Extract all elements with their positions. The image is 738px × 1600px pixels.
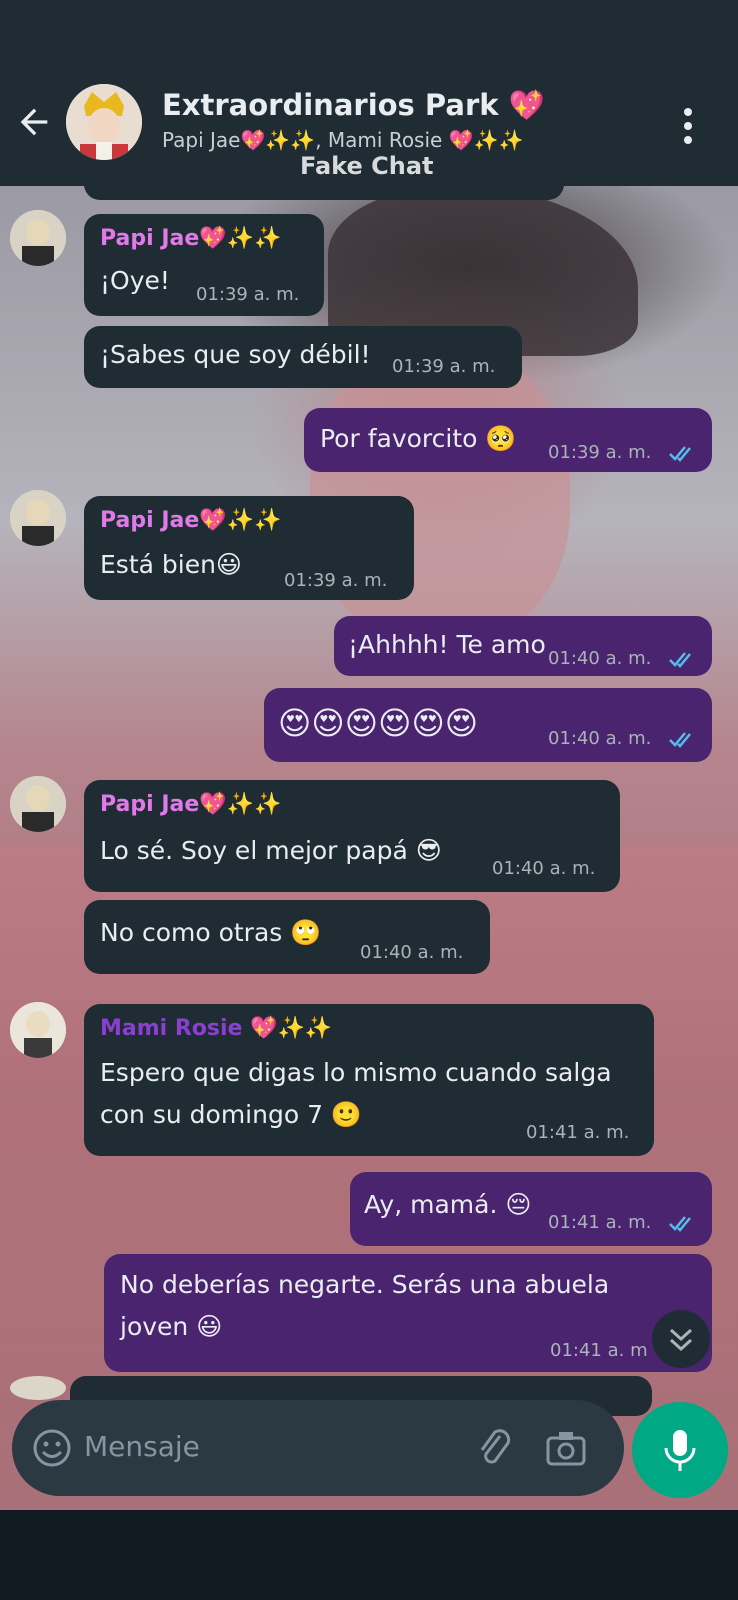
message-time: 01:39 a. m. (392, 356, 496, 377)
chat-title[interactable]: Extraordinarios Park 💖 (162, 88, 545, 123)
message-bubble[interactable]: Papi Jae💖✨✨ ¡Oye! 01:39 a. m. (84, 214, 324, 316)
message-time: 01:40 a. m. (492, 858, 596, 879)
message-time: 01:40 a. m. (360, 942, 464, 963)
message-text-line: con su domingo 7 🙂 (100, 1100, 363, 1129)
double-chevron-down-icon (669, 1328, 693, 1352)
message-time: 01:40 a. m. (548, 728, 652, 749)
chat-header: Extraordinarios Park 💖 Papi Jae💖✨✨, Mami… (0, 80, 738, 186)
message-text-line: joven 😃 (120, 1312, 223, 1341)
scroll-down-button[interactable] (652, 1310, 710, 1368)
kebab-menu-icon[interactable] (680, 106, 696, 146)
avatar-partial (10, 1376, 66, 1400)
message-text: 😍😍😍😍😍😍 (278, 704, 479, 742)
message-bubble-outgoing[interactable]: ¡Ahhhh! Te amo 01:40 a. m. (334, 616, 712, 676)
read-ticks-icon (669, 732, 691, 748)
message-input-bar[interactable]: Mensaje (12, 1400, 624, 1496)
message-text: ¡Ahhhh! Te amo (348, 630, 546, 659)
chat-area[interactable]: Papi Jae💖✨✨ ¡Oye! 01:39 a. m. ¡Sabes que… (0, 186, 738, 1510)
message-text: Lo sé. Soy el mejor papá 😎 (100, 836, 442, 865)
message-time: 01:41 a. m (550, 1340, 648, 1361)
read-ticks-icon (669, 1216, 691, 1232)
read-ticks-icon (669, 446, 691, 462)
avatar-papi-jae[interactable] (10, 210, 66, 266)
sender-name[interactable]: Papi Jae💖✨✨ (100, 508, 281, 533)
message-bubble[interactable]: Papi Jae💖✨✨ Lo sé. Soy el mejor papá 😎 0… (84, 780, 620, 892)
avatar-papi-jae[interactable] (10, 490, 66, 546)
message-text: ¡Oye! (100, 266, 170, 295)
message-bubble-outgoing[interactable]: Ay, mamá. 😔 01:41 a. m. (350, 1172, 712, 1246)
sender-name[interactable]: Papi Jae💖✨✨ (100, 792, 281, 817)
group-avatar[interactable] (66, 84, 142, 160)
message-bubble-outgoing[interactable]: 😍😍😍😍😍😍 01:40 a. m. (264, 688, 712, 762)
message-text: No como otras 🙄 (100, 918, 322, 947)
message-text: Está bien😃 (100, 550, 242, 579)
chat-participants[interactable]: Papi Jae💖✨✨, Mami Rosie 💖✨✨ (162, 128, 523, 152)
read-ticks-icon (669, 652, 691, 668)
message-bubble-outgoing[interactable]: Por favorcito 🥺 01:39 a. m. (304, 408, 712, 472)
sender-name[interactable]: Papi Jae💖✨✨ (100, 226, 281, 251)
message-bubble[interactable]: No como otras 🙄 01:40 a. m. (84, 900, 490, 974)
avatar-mami-rosie[interactable] (10, 1002, 66, 1058)
emoji-icon[interactable] (32, 1428, 72, 1468)
message-time: 01:39 a. m. (196, 284, 300, 305)
navigation-bar (0, 1510, 738, 1600)
message-bubble-outgoing[interactable]: No deberías negarte. Serás una abuela jo… (104, 1254, 712, 1372)
message-time: 01:39 a. m. (548, 442, 652, 463)
message-time: 01:41 a. m. (548, 1212, 652, 1233)
sender-name[interactable]: Mami Rosie 💖✨✨ (100, 1016, 332, 1041)
message-time: 01:40 a. m. (548, 648, 652, 669)
avatar-papi-jae[interactable] (10, 776, 66, 832)
message-bubble[interactable]: Mami Rosie 💖✨✨ Espero que digas lo mismo… (84, 1004, 654, 1156)
message-bubble-partial[interactable] (84, 186, 564, 200)
arrow-left-icon[interactable] (14, 102, 54, 142)
status-bar (0, 0, 738, 80)
message-text-line: Espero que digas lo mismo cuando salga (100, 1058, 612, 1087)
message-text-line: No deberías negarte. Serás una abuela (120, 1270, 610, 1299)
camera-icon[interactable] (544, 1426, 588, 1470)
message-text: Por favorcito 🥺 (320, 424, 517, 453)
mic-button[interactable] (632, 1402, 728, 1498)
message-text: ¡Sabes que soy débil! (100, 340, 371, 369)
message-bubble[interactable]: Papi Jae💖✨✨ Está bien😃 01:39 a. m. (84, 496, 414, 600)
message-input[interactable]: Mensaje (84, 1430, 200, 1463)
message-time: 01:39 a. m. (284, 570, 388, 591)
message-text: Ay, mamá. 😔 (364, 1190, 532, 1219)
message-bubble[interactable]: ¡Sabes que soy débil! 01:39 a. m. (84, 326, 522, 388)
message-time: 01:41 a. m. (526, 1122, 630, 1143)
microphone-icon (664, 1430, 696, 1471)
fake-chat-watermark: Fake Chat (300, 152, 434, 180)
paperclip-icon[interactable] (474, 1426, 514, 1470)
